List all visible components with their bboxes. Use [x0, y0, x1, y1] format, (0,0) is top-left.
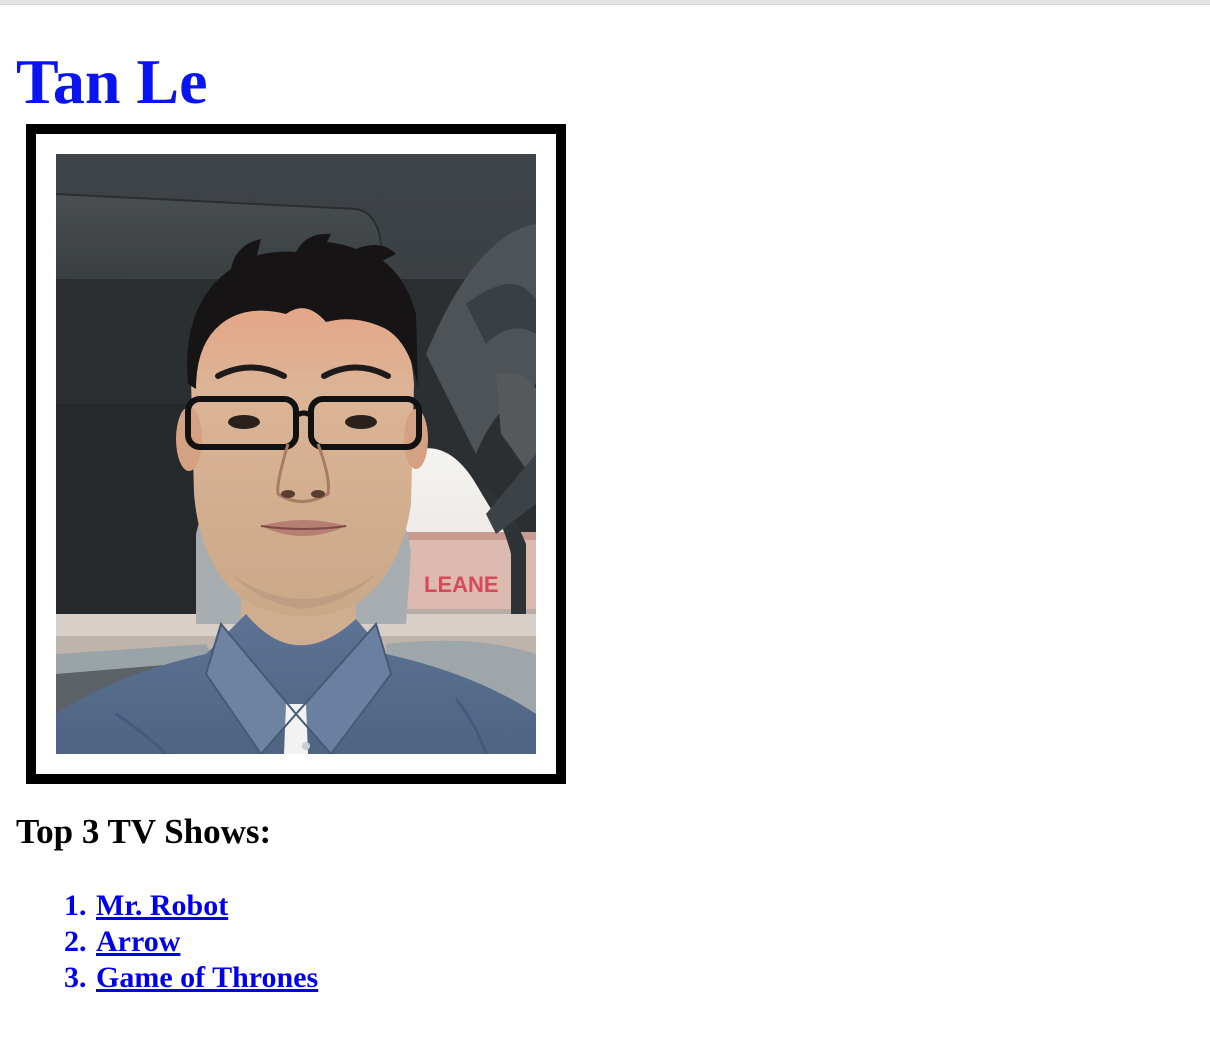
list-item-number: 3.: [64, 961, 87, 994]
tv-shows-list: 1. Mr. Robot 2. Arrow 3. Game of Thrones: [16, 888, 318, 996]
profile-photo-frame: LEANE: [26, 124, 566, 784]
show-link-arrow[interactable]: Arrow: [96, 925, 180, 958]
page-title: Tan Le: [16, 46, 208, 117]
store-sign-text: LEANE: [424, 572, 499, 597]
list-item-number: 2.: [64, 925, 87, 958]
show-link-game-of-thrones[interactable]: Game of Thrones: [96, 961, 318, 994]
list-item: 1. Mr. Robot: [64, 888, 318, 924]
browser-top-edge: [0, 0, 1210, 5]
list-item: 3. Game of Thrones: [64, 960, 318, 996]
shows-heading: Top 3 TV Shows:: [16, 812, 272, 851]
show-link-mr-robot[interactable]: Mr. Robot: [96, 889, 228, 922]
list-item: 2. Arrow: [64, 924, 318, 960]
list-item-number: 1.: [64, 889, 87, 922]
profile-photo: LEANE: [56, 154, 536, 754]
